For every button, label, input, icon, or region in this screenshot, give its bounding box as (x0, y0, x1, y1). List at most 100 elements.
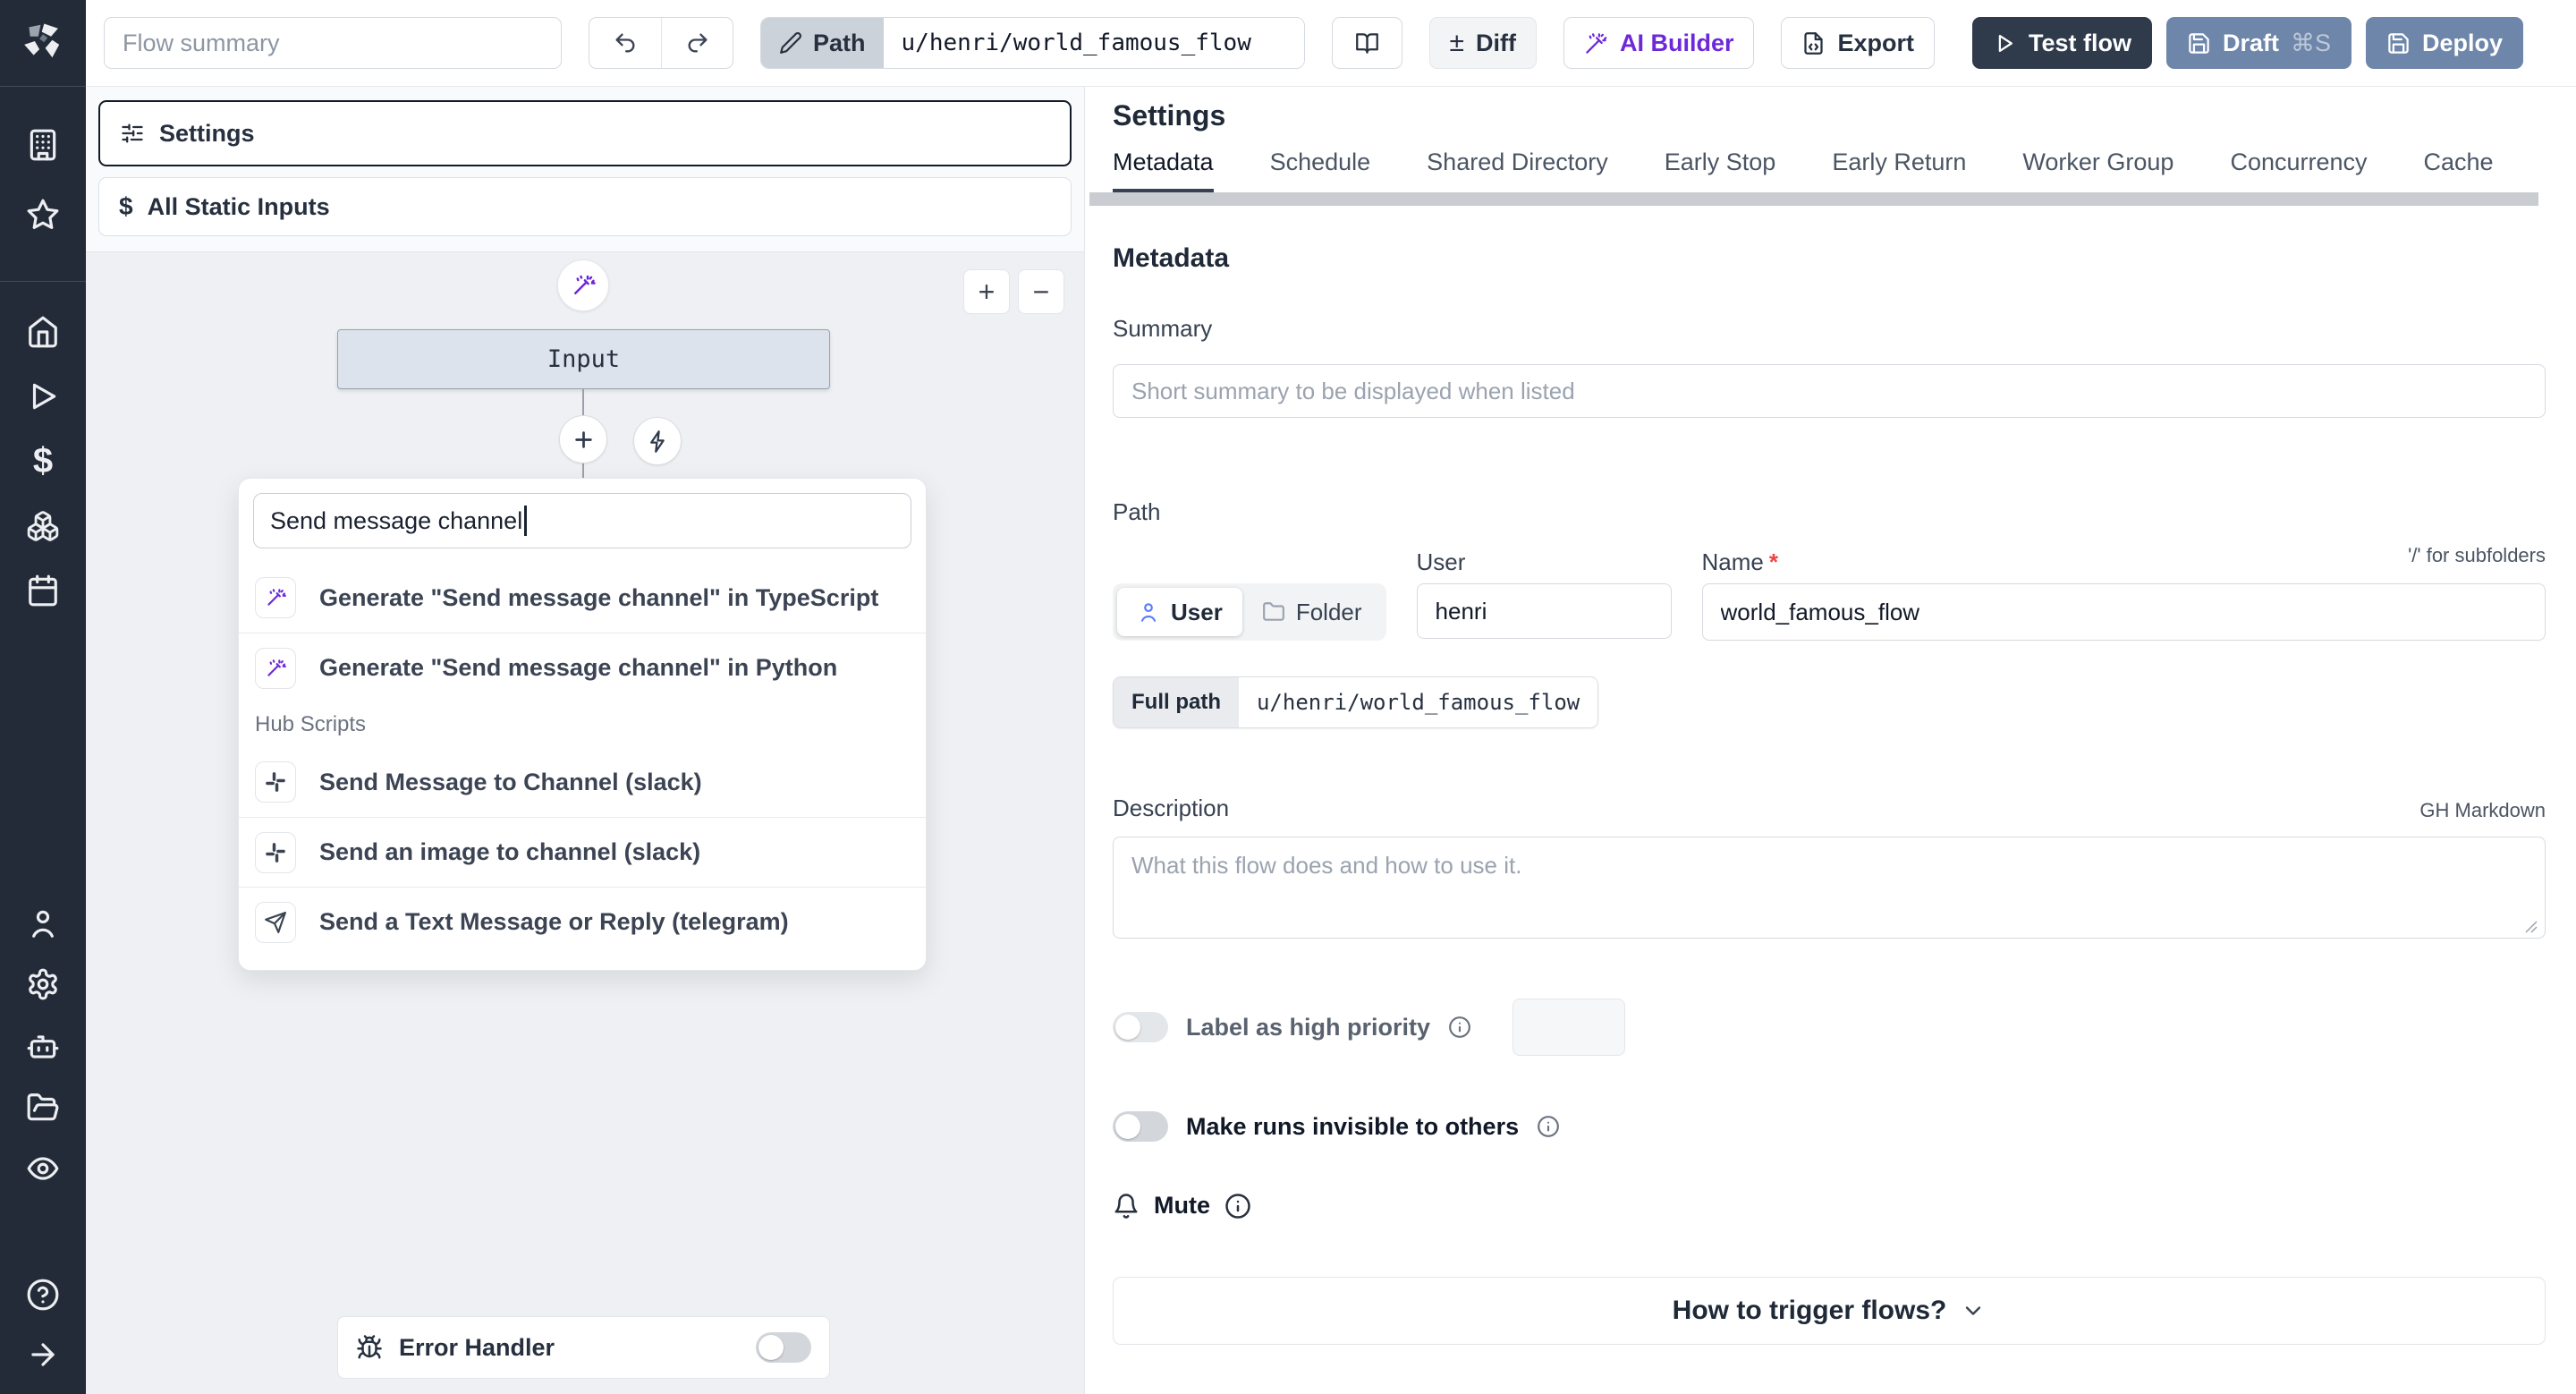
edit-path-button[interactable]: Path (761, 18, 884, 68)
user-column-label: User (1416, 548, 1466, 575)
star-icon (27, 199, 59, 229)
add-step-button[interactable] (559, 415, 607, 463)
owner-folder-option[interactable]: Folder (1242, 588, 1382, 636)
zoom-in-button[interactable]: + (963, 269, 1010, 314)
redo-button[interactable] (661, 18, 733, 68)
play-icon (32, 383, 56, 410)
info-icon[interactable] (1224, 1193, 1251, 1220)
ai-builder-button[interactable]: AI Builder (1563, 17, 1755, 69)
sidebar-item-workers[interactable] (23, 1027, 63, 1067)
zoom-controls: + − (963, 269, 1064, 314)
sidebar-item-settings[interactable] (23, 965, 63, 1004)
high-priority-row: Label as high priority (1113, 999, 2546, 1056)
tab-cache[interactable]: Cache (2424, 149, 2494, 193)
flow-canvas[interactable]: + − Input Send message channel Generate … (86, 251, 1084, 1394)
list-item[interactable]: Generate "Send message channel" in TypeS… (239, 563, 926, 633)
sidebar-item-help[interactable] (23, 1275, 63, 1314)
sidebar-item-folders[interactable] (23, 1088, 63, 1127)
arrow-right-icon (31, 1343, 55, 1366)
path-name-input[interactable] (1701, 583, 2546, 641)
tab-early-stop[interactable]: Early Stop (1665, 149, 1776, 193)
zoom-out-button[interactable]: − (1018, 269, 1064, 314)
owner-folder-label: Folder (1295, 598, 1362, 625)
user-icon (32, 910, 54, 938)
chevron-down-icon (1966, 1306, 1981, 1315)
static-inputs-label: All Static Inputs (147, 192, 330, 220)
calendar-icon (29, 574, 57, 607)
resize-grip-icon[interactable] (2522, 918, 2538, 934)
error-handler-toggle[interactable] (756, 1332, 811, 1363)
sidebar-item-expand[interactable] (23, 1335, 63, 1374)
subfolder-hint: '/' for subfolders (2408, 544, 2546, 566)
owner-kind-toggle: User Folder (1113, 583, 1386, 641)
diff-button[interactable]: ± Diff (1428, 17, 1537, 69)
draft-label: Draft (2223, 29, 2280, 56)
how-to-trigger-label: How to trigger flows? (1672, 1296, 1947, 1325)
tab-worker-group[interactable]: Worker Group (2022, 149, 2174, 193)
mute-row: Mute (1113, 1192, 2546, 1220)
export-button[interactable]: Export (1781, 17, 1935, 69)
magic-wand-icon (255, 577, 296, 618)
tabs-horizontal-scrollbar[interactable] (1089, 192, 2538, 206)
sidebar-item-schedules[interactable] (23, 571, 63, 610)
info-icon[interactable] (1537, 1115, 1560, 1138)
sidebar-item-workspace[interactable] (23, 125, 63, 165)
export-label: Export (1837, 29, 1914, 56)
flow-input-node[interactable]: Input (337, 329, 830, 389)
path-label: Path (813, 29, 866, 56)
sidebar-item-runs[interactable] (23, 377, 63, 416)
info-icon[interactable] (1448, 1016, 1471, 1039)
undo-icon (615, 33, 635, 53)
ai-flow-builder-button[interactable] (557, 259, 609, 311)
play-icon (1998, 34, 2012, 52)
tab-metadata[interactable]: Metadata (1113, 149, 1214, 193)
flow-settings-node[interactable]: Settings (98, 100, 1072, 166)
tab-concurrency[interactable]: Concurrency (2230, 149, 2367, 193)
flow-static-inputs-node[interactable]: $ All Static Inputs (98, 177, 1072, 236)
path-value[interactable]: u/henri/world_famous_flow (883, 18, 1304, 68)
draft-button[interactable]: Draft ⌘S (2166, 17, 2352, 69)
summary-input[interactable] (1113, 364, 2546, 418)
sidebar-item-home[interactable] (23, 312, 63, 352)
redo-icon (688, 33, 707, 53)
high-priority-label: Label as high priority (1186, 1013, 1431, 1041)
high-priority-toggle[interactable] (1113, 1012, 1168, 1042)
docs-button[interactable] (1331, 17, 1402, 69)
eye-icon (27, 1157, 59, 1180)
sidebar-item-resources[interactable] (23, 506, 63, 546)
metadata-heading: Metadata (1113, 243, 1230, 273)
deploy-button[interactable]: Deploy (2366, 17, 2524, 69)
path-row: User Folder User Name * '/' for subfolde… (1113, 544, 2546, 641)
tab-early-return[interactable]: Early Return (1832, 149, 1966, 193)
pencil-icon (780, 31, 802, 54)
sidebar-item-users[interactable] (23, 904, 63, 943)
undo-button[interactable] (589, 18, 661, 68)
list-item[interactable]: Send an image to channel (slack) (239, 817, 926, 887)
mute-label[interactable]: Mute (1154, 1192, 1210, 1220)
list-item[interactable]: Send a Text Message or Reply (telegram) (239, 887, 926, 956)
list-item[interactable]: Send Message to Channel (slack) (239, 747, 926, 817)
description-textarea[interactable] (1113, 837, 2546, 939)
flow-editor-panel: Settings $ All Static Inputs + − Input S… (86, 87, 1085, 1394)
test-flow-button[interactable]: Test flow (1972, 17, 2153, 69)
invisible-runs-toggle[interactable] (1113, 1111, 1168, 1142)
full-path-display: Full path u/henri/world_famous_flow (1113, 676, 1599, 728)
how-to-trigger-button[interactable]: How to trigger flows? (1113, 1277, 2546, 1345)
windmill-logo-icon[interactable] (20, 18, 66, 64)
error-handler-node[interactable]: Error Handler (337, 1316, 830, 1379)
step-search-input[interactable]: Send message channel (253, 493, 911, 548)
sidebar-item-favorites[interactable] (23, 195, 63, 234)
sidebar-item-audit[interactable] (23, 1149, 63, 1188)
tab-shared-directory[interactable]: Shared Directory (1427, 149, 1608, 193)
flow-summary-input[interactable] (104, 17, 562, 69)
sidebar-item-variables[interactable]: $ (23, 441, 63, 480)
test-flow-label: Test flow (2029, 29, 2132, 56)
summary-label: Summary (1113, 315, 1213, 342)
list-item[interactable]: Generate "Send message channel" in Pytho… (239, 633, 926, 702)
owner-user-option[interactable]: User (1117, 588, 1242, 636)
full-path-value: u/henri/world_famous_flow (1238, 677, 1598, 727)
user-icon (1140, 603, 1157, 622)
add-trigger-button[interactable] (633, 417, 682, 465)
path-user-input[interactable] (1416, 583, 1672, 639)
tab-schedule[interactable]: Schedule (1270, 149, 1371, 193)
